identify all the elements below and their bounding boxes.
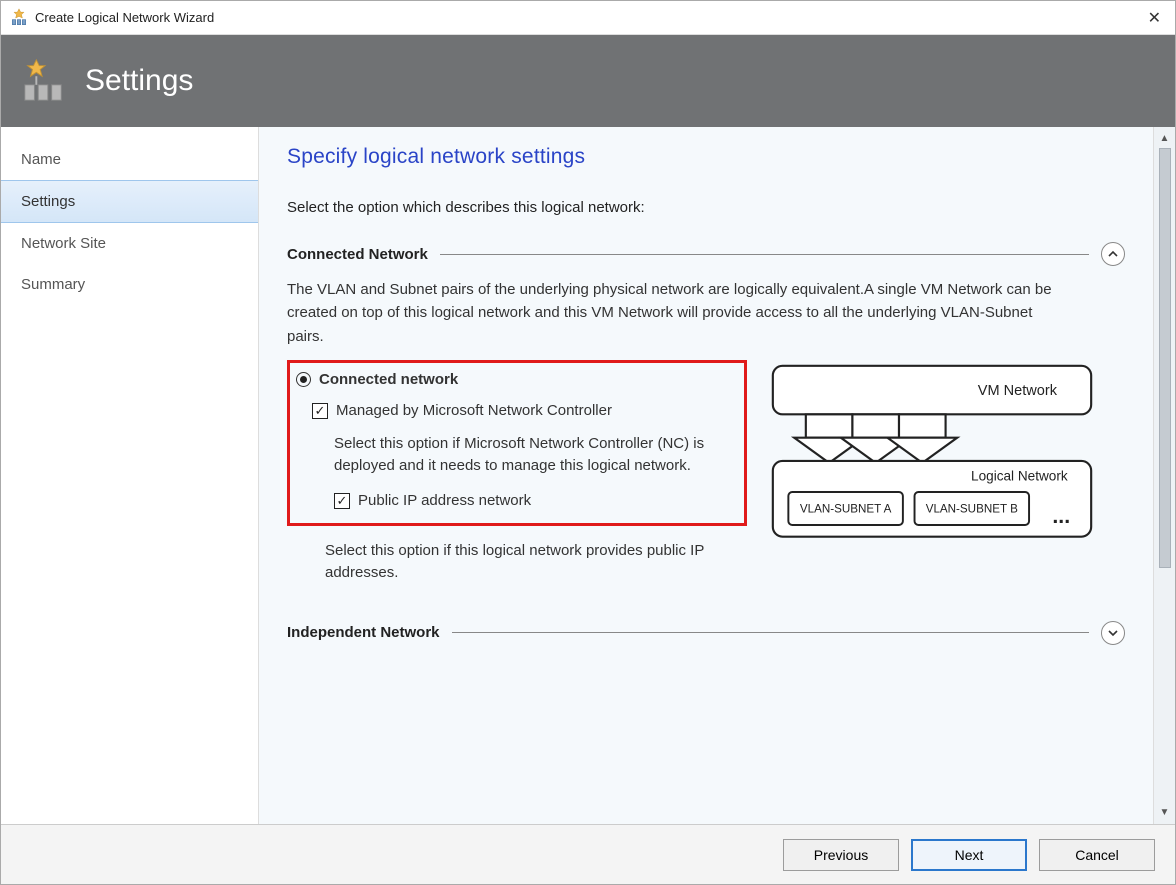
managed-label: Managed by Microsoft Network Controller: [336, 402, 612, 419]
connected-description: The VLAN and Subnet pairs of the underly…: [287, 278, 1067, 348]
chevron-up-icon: [1107, 248, 1119, 260]
section-divider: [452, 632, 1089, 633]
close-button[interactable]: ✕: [1142, 8, 1167, 28]
banner-icon: [21, 58, 67, 104]
page-heading: Specify logical network settings: [287, 145, 1125, 169]
expand-independent-button[interactable]: [1101, 621, 1125, 645]
wizard-window: Create Logical Network Wizard ✕ Settings…: [0, 0, 1176, 885]
sidebar-item-summary[interactable]: Summary: [1, 264, 258, 305]
sidebar: Name Settings Network Site Summary: [1, 127, 259, 824]
previous-button[interactable]: Previous: [783, 839, 899, 871]
footer: Previous Next Cancel: [1, 824, 1175, 884]
network-diagram: VM Network Logical Network VLAN-SUBNET A: [767, 360, 1097, 547]
banner-title: Settings: [85, 64, 193, 98]
radio-label: Connected network: [319, 371, 458, 388]
sidebar-item-network-site[interactable]: Network Site: [1, 223, 258, 264]
independent-section-header: Independent Network: [287, 621, 1125, 645]
checkbox-icon: ✓: [312, 403, 328, 419]
chevron-down-icon: [1107, 627, 1119, 639]
collapse-connected-button[interactable]: [1101, 242, 1125, 266]
diagram-logical-label: Logical Network: [971, 468, 1068, 483]
wizard-icon: [9, 8, 29, 28]
content: Specify logical network settings Select …: [259, 127, 1175, 824]
diagram-vm-label: VM Network: [978, 383, 1058, 399]
diagram-vlan-a: VLAN-SUBNET A: [800, 502, 892, 515]
independent-section-title: Independent Network: [287, 624, 440, 641]
body: Name Settings Network Site Summary Speci…: [1, 127, 1175, 824]
scroll-up-icon[interactable]: ▲: [1160, 131, 1170, 146]
managed-desc: Select this option if Microsoft Network …: [334, 433, 734, 478]
connected-section-header: Connected Network: [287, 242, 1125, 266]
public-ip-label: Public IP address network: [358, 492, 531, 509]
public-ip-desc: Select this option if this logical netwo…: [325, 540, 725, 585]
connected-section-title: Connected Network: [287, 246, 428, 263]
banner: Settings: [1, 35, 1175, 127]
scroll-thumb[interactable]: [1159, 148, 1171, 568]
window-title: Create Logical Network Wizard: [35, 10, 214, 25]
instruction-text: Select the option which describes this l…: [287, 199, 1125, 216]
managed-by-nc-checkbox[interactable]: ✓ Managed by Microsoft Network Controlle…: [312, 402, 734, 419]
next-button[interactable]: Next: [911, 839, 1027, 871]
connected-network-radio[interactable]: Connected network: [296, 371, 734, 388]
diagram-ellipsis: ...: [1052, 504, 1070, 528]
content-inner: Specify logical network settings Select …: [259, 127, 1153, 824]
radio-icon: [296, 372, 311, 387]
checkbox-icon: ✓: [334, 493, 350, 509]
titlebar: Create Logical Network Wizard ✕: [1, 1, 1175, 35]
sidebar-item-name[interactable]: Name: [1, 139, 258, 180]
highlight-box: Connected network ✓ Managed by Microsoft…: [287, 360, 747, 526]
vertical-scrollbar[interactable]: ▲ ▼: [1153, 127, 1175, 824]
sidebar-item-settings[interactable]: Settings: [1, 180, 258, 223]
diagram-vlan-b: VLAN-SUBNET B: [926, 502, 1018, 515]
scroll-down-icon[interactable]: ▼: [1160, 805, 1170, 820]
cancel-button[interactable]: Cancel: [1039, 839, 1155, 871]
public-ip-checkbox[interactable]: ✓ Public IP address network: [334, 492, 734, 509]
section-divider: [440, 254, 1089, 255]
